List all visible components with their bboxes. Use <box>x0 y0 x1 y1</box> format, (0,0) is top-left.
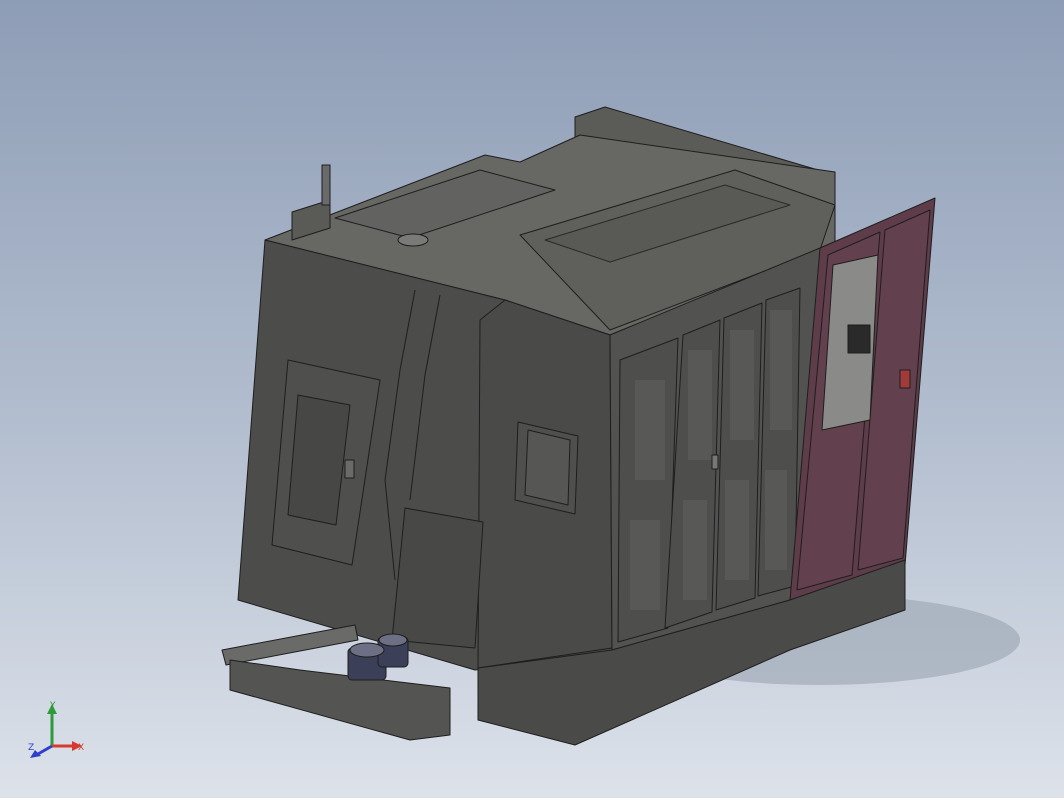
z-axis-label: Z <box>28 743 34 753</box>
front-door-handle[interactable] <box>344 459 355 479</box>
coolant-tank <box>229 659 451 741</box>
cooling-unit-vent <box>847 324 871 354</box>
view-orientation-triad[interactable]: Y X Z <box>26 700 90 764</box>
z-axis-line <box>37 744 53 756</box>
cad-viewport[interactable] <box>0 0 1064 798</box>
chip-tray <box>221 624 359 666</box>
y-axis-label: Y <box>49 701 56 711</box>
pump-2-cap <box>378 633 408 647</box>
pump-1-cap <box>349 642 385 658</box>
lower-front-door <box>391 507 484 649</box>
signal-tower <box>321 164 331 206</box>
side-window-inner <box>524 429 571 506</box>
x-axis-label: X <box>78 743 84 753</box>
main-switch[interactable] <box>899 369 911 389</box>
side-door-handle[interactable] <box>711 454 719 470</box>
roof-duct-cap <box>397 233 429 247</box>
